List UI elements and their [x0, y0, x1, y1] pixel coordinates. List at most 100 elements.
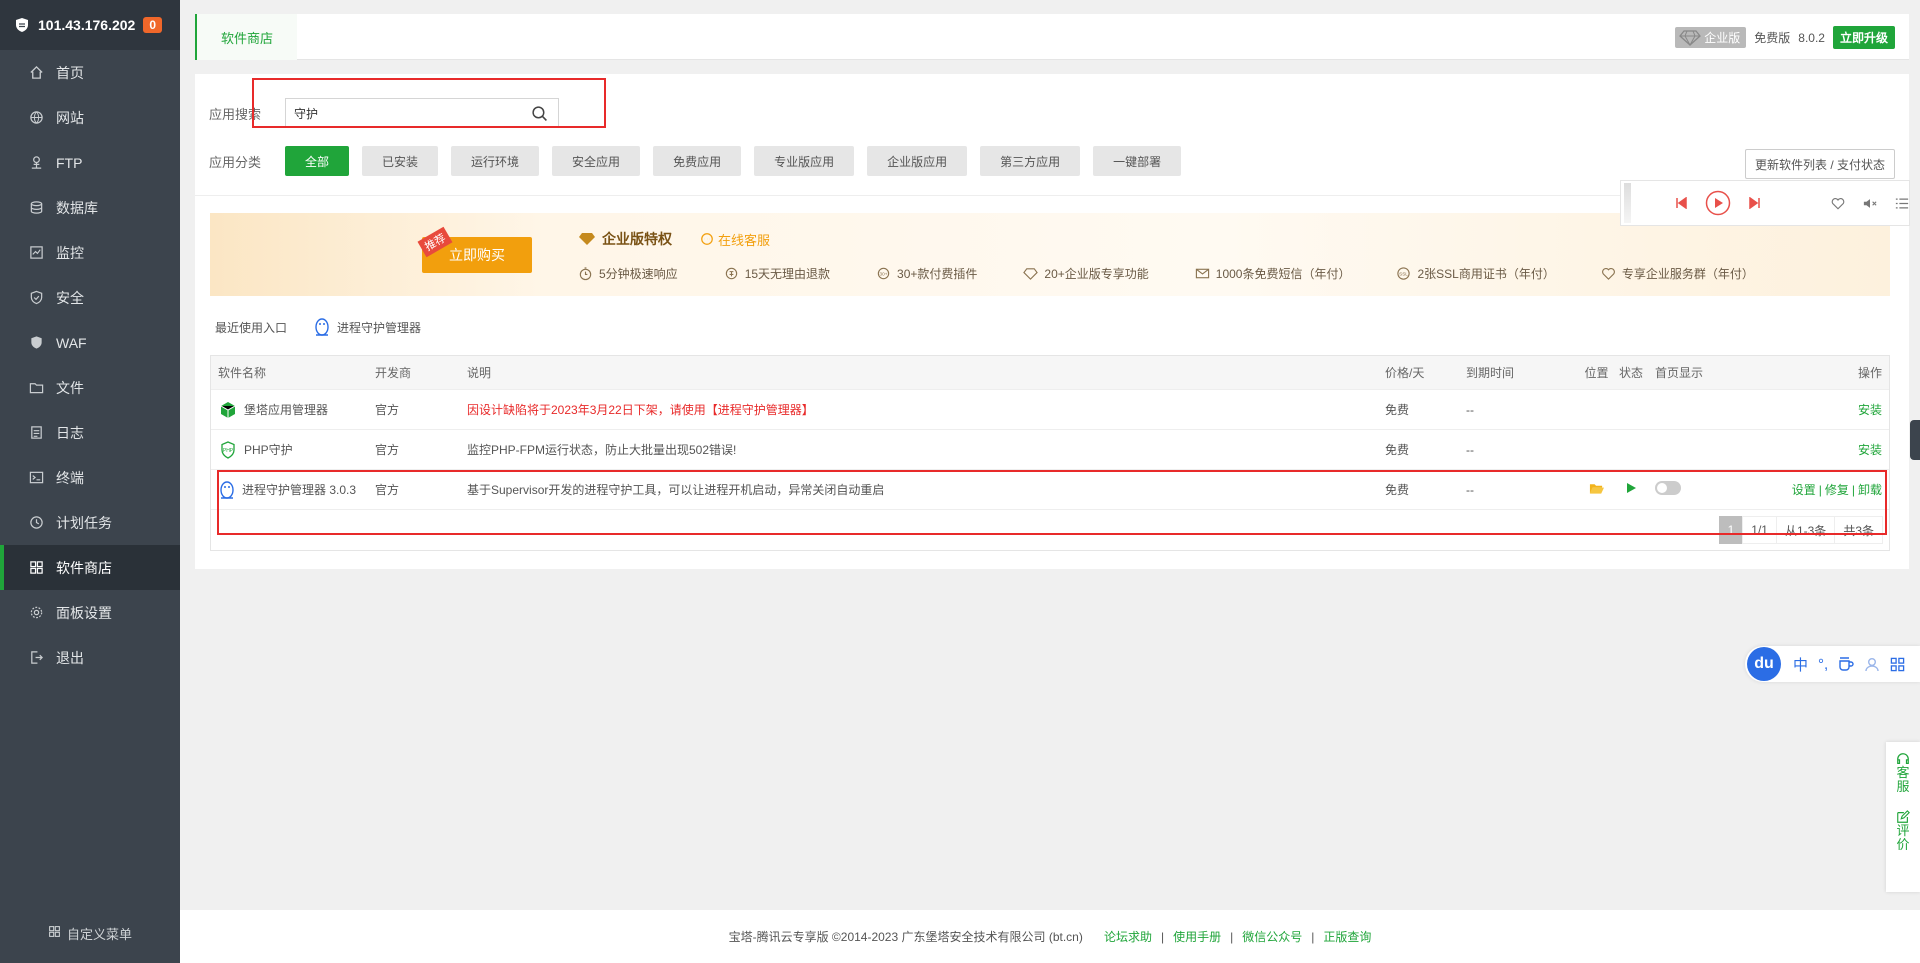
ime-mode-toggle[interactable]: 中 — [1793, 654, 1808, 675]
mute-icon[interactable] — [1863, 197, 1877, 210]
online-service-link[interactable]: 在线客服 — [700, 230, 770, 249]
refund-icon — [725, 267, 737, 280]
price: 免费 — [1385, 443, 1410, 457]
category-free[interactable]: 免费应用 — [653, 146, 742, 176]
col-homepage: 首页显示 — [1655, 366, 1704, 380]
next-icon[interactable] — [1749, 197, 1761, 209]
col-price: 价格/天 — [1385, 366, 1425, 380]
category-third-party[interactable]: 第三方应用 — [980, 146, 1081, 176]
terminal-icon — [28, 470, 44, 486]
alert-badge[interactable]: 0 — [143, 17, 163, 33]
home-icon — [28, 65, 44, 81]
cup-icon[interactable] — [1838, 656, 1854, 672]
sidebar-item-logout[interactable]: 退出 — [0, 635, 180, 680]
ime-punct-toggle[interactable]: °, — [1818, 656, 1828, 673]
separator: | — [1160, 929, 1165, 944]
sidebar-item-settings[interactable]: 面板设置 — [0, 590, 180, 635]
sidebar-item-ftp[interactable]: FTP — [0, 140, 180, 185]
separator: | — [1230, 929, 1234, 944]
sidebar-item-security[interactable]: 安全 — [0, 275, 180, 320]
table-row: 堡塔应用管理器 官方 因设计缺陷将于2023年3月22日下架，请使用【进程守护管… — [211, 390, 1889, 430]
recent-item-label: 进程守护管理器 — [337, 320, 422, 335]
play-circle-icon[interactable] — [1705, 190, 1731, 216]
side-drawer-handle[interactable] — [1910, 420, 1920, 460]
software-name-cell: 堡塔应用管理器 — [211, 400, 375, 420]
enterprise-label: 企业版 — [1704, 31, 1741, 45]
globe-icon — [28, 110, 44, 126]
sidebar-item-terminal[interactable]: 终端 — [0, 455, 180, 500]
feature-text: 2张SSL商用证书（年付） — [1417, 267, 1555, 281]
folder-icon — [28, 380, 44, 396]
license-check-link[interactable]: 正版查询 — [1323, 928, 1371, 945]
col-status: 状态 — [1618, 366, 1643, 380]
buy-now-button[interactable]: 推荐 立即购买 — [417, 226, 532, 273]
sidebar-menu: 首页 网站 FTP 数据库 监控 安全 WAF 文件 日志 终端 计划任务 软件… — [0, 50, 180, 680]
software-name: 堡塔应用管理器 — [244, 403, 329, 417]
review-label: 评价 — [1896, 823, 1910, 852]
enterprise-badge[interactable]: 企业版 — [1675, 27, 1747, 48]
sidebar-item-cron[interactable]: 计划任务 — [0, 500, 180, 545]
heart-icon[interactable] — [1831, 197, 1845, 210]
category-security[interactable]: 安全应用 — [552, 146, 641, 176]
separator: | — [1311, 929, 1315, 944]
recent-entries: 最近使用入口 进程守护管理器 — [215, 317, 421, 337]
log-icon — [28, 425, 44, 441]
version-label: 8.0.2 — [1798, 30, 1825, 45]
manual-link[interactable]: 使用手册 — [1173, 928, 1221, 945]
category-all[interactable]: 全部 — [285, 146, 350, 176]
feature-list: 5分钟极速响应 15天无理由退款 30+ 30+款付费插件 20+企业版专享功能 … — [578, 265, 1800, 282]
previous-icon[interactable] — [1675, 197, 1687, 209]
buy-now-label: 立即购买 — [449, 247, 505, 263]
category-enterprise[interactable]: 企业版应用 — [867, 146, 968, 176]
ime-controls: 中 °, — [1793, 654, 1905, 675]
copyright-text: 宝塔-腾讯云专享版 ©2014-2023 广东堡塔安全技术有限公司 (bt.cn… — [728, 930, 1083, 944]
col-location: 位置 — [1584, 366, 1609, 380]
category-installed[interactable]: 已安装 — [362, 146, 439, 176]
grid-icon[interactable] — [1890, 657, 1905, 672]
col-actions: 操作 — [1857, 366, 1882, 380]
sidebar-item-website[interactable]: 网站 — [0, 95, 180, 140]
recent-item[interactable]: 进程守护管理器 — [313, 317, 421, 337]
headset-icon — [1897, 753, 1909, 764]
install-button[interactable]: 安装 — [1741, 401, 1889, 418]
description: 因设计缺陷将于2023年3月22日下架，请使用【进程守护管理器】 — [467, 403, 814, 417]
sidebar-item-database[interactable]: 数据库 — [0, 185, 180, 230]
svg-text:PHP: PHP — [223, 448, 234, 454]
update-list-button[interactable]: 更新软件列表 / 支付状态 — [1744, 149, 1895, 179]
table-header: 软件名称 开发商 说明 价格/天 到期时间 位置 状态 首页显示 操作 — [211, 356, 1889, 390]
upgrade-button[interactable]: 立即升级 — [1832, 26, 1895, 49]
sidebar-item-home[interactable]: 首页 — [0, 50, 180, 95]
top-bar: 软件商店 企业版 免费版 8.0.2 立即升级 — [195, 14, 1909, 60]
category-one-click[interactable]: 一键部署 — [1093, 146, 1182, 176]
tab-software-store[interactable]: 软件商店 — [195, 14, 298, 60]
feature-item: 5分钟极速响应 — [578, 265, 678, 282]
sidebar-item-waf[interactable]: WAF — [0, 320, 180, 365]
wechat-link[interactable]: 微信公众号 — [1242, 928, 1302, 945]
feature-text: 专享企业服务群（年付） — [1621, 267, 1754, 281]
expire-time: -- — [1466, 442, 1474, 457]
enterprise-privilege-title: 企业版特权 — [578, 229, 672, 249]
feature-text: 20+企业版专享功能 — [1044, 267, 1149, 281]
user-icon[interactable] — [1864, 657, 1880, 672]
install-button[interactable]: 安装 — [1741, 441, 1889, 458]
diamond-outline-icon — [1023, 268, 1039, 280]
category-pro[interactable]: 专业版应用 — [754, 146, 855, 176]
sidebar-item-monitor[interactable]: 监控 — [0, 230, 180, 275]
sidebar-item-store[interactable]: 软件商店 — [0, 545, 180, 590]
banner-title-row: 企业版特权 在线客服 — [578, 229, 770, 249]
category-runtime[interactable]: 运行环境 — [451, 146, 540, 176]
custom-menu-button[interactable]: 自定义菜单 — [0, 913, 180, 953]
feature-item: 20+企业版专享功能 — [1023, 265, 1149, 282]
server-ip: 101.43.176.202 — [38, 17, 136, 33]
sidebar-item-files[interactable]: 文件 — [0, 365, 180, 410]
feature-item: 1000条免费短信（年付） — [1195, 265, 1350, 282]
playlist-icon[interactable] — [1895, 197, 1909, 210]
feature-text: 15天无理由退款 — [744, 267, 831, 281]
sidebar-item-label: FTP — [56, 154, 83, 171]
ssl-icon: SSL — [1397, 267, 1411, 280]
sidebar-item-logs[interactable]: 日志 — [0, 410, 180, 455]
customer-service-button[interactable]: 客服 — [1896, 752, 1910, 794]
review-button[interactable]: 评价 — [1896, 810, 1910, 852]
forum-link[interactable]: 论坛求助 — [1104, 928, 1152, 945]
baidu-ime-logo[interactable]: du — [1747, 647, 1781, 681]
